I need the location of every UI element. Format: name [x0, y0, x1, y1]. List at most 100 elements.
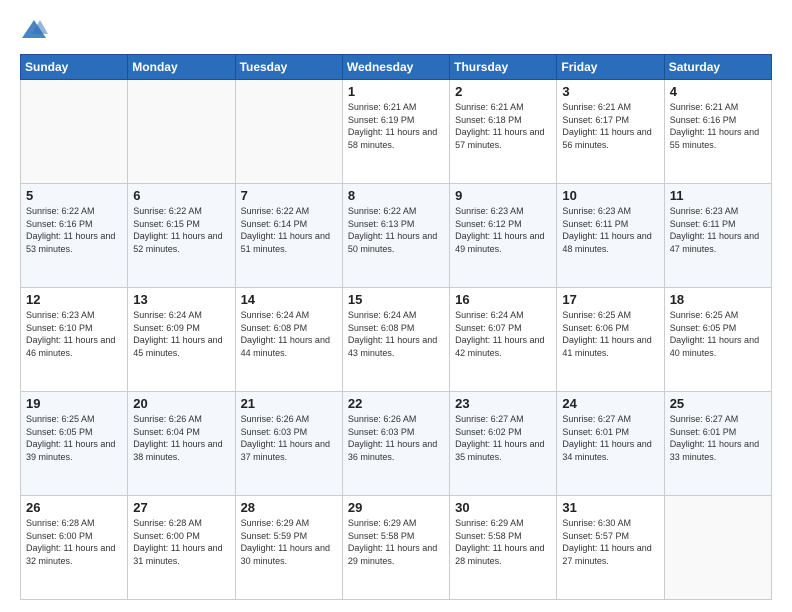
- week-row-1: 1Sunrise: 6:21 AM Sunset: 6:19 PM Daylig…: [21, 80, 772, 184]
- day-number: 26: [26, 500, 122, 515]
- day-number: 29: [348, 500, 444, 515]
- day-cell: 10 Sunrise: 6:23 AM Sunset: 6:11 PM Dayli…: [557, 184, 664, 288]
- weekday-header-friday: Friday: [557, 55, 664, 80]
- day-number: 21: [241, 396, 337, 411]
- week-row-5: 26 Sunrise: 6:28 AM Sunset: 6:00 PM Dayli…: [21, 496, 772, 600]
- week-row-3: 12 Sunrise: 6:23 AM Sunset: 6:10 PM Dayli…: [21, 288, 772, 392]
- day-info: Sunrise: 6:28 AM Sunset: 6:00 PM Dayligh…: [133, 517, 229, 567]
- header: [20, 16, 772, 44]
- day-number: 28: [241, 500, 337, 515]
- day-cell: 7 Sunrise: 6:22 AM Sunset: 6:14 PM Daylig…: [235, 184, 342, 288]
- day-cell: [235, 80, 342, 184]
- weekday-header-wednesday: Wednesday: [342, 55, 449, 80]
- day-cell: 22Sunrise: 6:26 AM Sunset: 6:03 PM Dayli…: [342, 392, 449, 496]
- day-info: Sunrise: 6:24 AM Sunset: 6:07 PM Dayligh…: [455, 309, 551, 359]
- day-info: Sunrise: 6:23 AM Sunset: 6:11 PM Dayligh…: [670, 205, 766, 255]
- logo-icon: [20, 16, 48, 44]
- day-number: 19: [26, 396, 122, 411]
- calendar: SundayMondayTuesdayWednesdayThursdayFrid…: [20, 54, 772, 600]
- day-cell: 2 Sunrise: 6:21 AM Sunset: 6:18 PM Daylig…: [450, 80, 557, 184]
- day-info: Sunrise: 6:27 AM Sunset: 6:01 PM Dayligh…: [562, 413, 658, 463]
- day-info: Sunrise: 6:25 AM Sunset: 6:06 PM Dayligh…: [562, 309, 658, 359]
- day-number: 10: [562, 188, 658, 203]
- day-number: 8: [348, 188, 444, 203]
- day-cell: 16 Sunrise: 6:24 AM Sunset: 6:07 PM Dayli…: [450, 288, 557, 392]
- week-row-4: 19 Sunrise: 6:25 AM Sunset: 6:05 PM Dayli…: [21, 392, 772, 496]
- day-cell: 25Sunrise: 6:27 AM Sunset: 6:01 PM Dayli…: [664, 392, 771, 496]
- day-number: 2: [455, 84, 551, 99]
- day-cell: 15 Sunrise: 6:24 AM Sunset: 6:08 PM Dayli…: [342, 288, 449, 392]
- weekday-header-thursday: Thursday: [450, 55, 557, 80]
- day-number: 3: [562, 84, 658, 99]
- day-cell: [128, 80, 235, 184]
- day-cell: 27 Sunrise: 6:28 AM Sunset: 6:00 PM Dayli…: [128, 496, 235, 600]
- day-number: 5: [26, 188, 122, 203]
- day-cell: 14 Sunrise: 6:24 AM Sunset: 6:08 PM Dayli…: [235, 288, 342, 392]
- day-cell: 12 Sunrise: 6:23 AM Sunset: 6:10 PM Dayli…: [21, 288, 128, 392]
- day-info: Sunrise: 6:25 AM Sunset: 6:05 PM Dayligh…: [670, 309, 766, 359]
- day-number: 22: [348, 396, 444, 411]
- day-cell: [21, 80, 128, 184]
- day-info: Sunrise: 6:21 AM Sunset: 6:17 PM Dayligh…: [562, 101, 658, 151]
- day-number: 15: [348, 292, 444, 307]
- weekday-header-row: SundayMondayTuesdayWednesdayThursdayFrid…: [21, 55, 772, 80]
- day-cell: 29Sunrise: 6:29 AM Sunset: 5:58 PM Dayli…: [342, 496, 449, 600]
- day-cell: 5 Sunrise: 6:22 AM Sunset: 6:16 PM Daylig…: [21, 184, 128, 288]
- day-cell: 19 Sunrise: 6:25 AM Sunset: 6:05 PM Dayli…: [21, 392, 128, 496]
- day-cell: 23Sunrise: 6:27 AM Sunset: 6:02 PM Dayli…: [450, 392, 557, 496]
- day-cell: 6 Sunrise: 6:22 AM Sunset: 6:15 PM Daylig…: [128, 184, 235, 288]
- day-number: 7: [241, 188, 337, 203]
- day-info: Sunrise: 6:26 AM Sunset: 6:04 PM Dayligh…: [133, 413, 229, 463]
- day-info: Sunrise: 6:24 AM Sunset: 6:08 PM Dayligh…: [348, 309, 444, 359]
- day-info: Sunrise: 6:24 AM Sunset: 6:08 PM Dayligh…: [241, 309, 337, 359]
- day-number: 9: [455, 188, 551, 203]
- day-cell: 31 Sunrise: 6:30 AM Sunset: 5:57 PM Dayli…: [557, 496, 664, 600]
- day-cell: 24Sunrise: 6:27 AM Sunset: 6:01 PM Dayli…: [557, 392, 664, 496]
- day-cell: 30 Sunrise: 6:29 AM Sunset: 5:58 PM Dayli…: [450, 496, 557, 600]
- day-info: Sunrise: 6:23 AM Sunset: 6:11 PM Dayligh…: [562, 205, 658, 255]
- weekday-header-tuesday: Tuesday: [235, 55, 342, 80]
- weekday-header-sunday: Sunday: [21, 55, 128, 80]
- day-info: Sunrise: 6:21 AM Sunset: 6:18 PM Dayligh…: [455, 101, 551, 151]
- day-number: 16: [455, 292, 551, 307]
- day-info: Sunrise: 6:22 AM Sunset: 6:14 PM Dayligh…: [241, 205, 337, 255]
- day-info: Sunrise: 6:23 AM Sunset: 6:12 PM Dayligh…: [455, 205, 551, 255]
- day-cell: 8 Sunrise: 6:22 AM Sunset: 6:13 PM Daylig…: [342, 184, 449, 288]
- day-number: 31: [562, 500, 658, 515]
- day-number: 23: [455, 396, 551, 411]
- day-info: Sunrise: 6:22 AM Sunset: 6:16 PM Dayligh…: [26, 205, 122, 255]
- day-cell: 3 Sunrise: 6:21 AM Sunset: 6:17 PM Daylig…: [557, 80, 664, 184]
- day-number: 13: [133, 292, 229, 307]
- day-cell: 21 Sunrise: 6:26 AM Sunset: 6:03 PM Dayli…: [235, 392, 342, 496]
- weekday-header-saturday: Saturday: [664, 55, 771, 80]
- day-info: Sunrise: 6:28 AM Sunset: 6:00 PM Dayligh…: [26, 517, 122, 567]
- day-cell: 11 Sunrise: 6:23 AM Sunset: 6:11 PM Dayli…: [664, 184, 771, 288]
- day-number: 6: [133, 188, 229, 203]
- day-number: 25: [670, 396, 766, 411]
- day-number: 27: [133, 500, 229, 515]
- page: SundayMondayTuesdayWednesdayThursdayFrid…: [0, 0, 792, 612]
- weekday-header-monday: Monday: [128, 55, 235, 80]
- day-cell: 17Sunrise: 6:25 AM Sunset: 6:06 PM Dayli…: [557, 288, 664, 392]
- day-info: Sunrise: 6:25 AM Sunset: 6:05 PM Dayligh…: [26, 413, 122, 463]
- day-info: Sunrise: 6:22 AM Sunset: 6:13 PM Dayligh…: [348, 205, 444, 255]
- week-row-2: 5 Sunrise: 6:22 AM Sunset: 6:16 PM Daylig…: [21, 184, 772, 288]
- day-info: Sunrise: 6:21 AM Sunset: 6:16 PM Dayligh…: [670, 101, 766, 151]
- day-cell: 26 Sunrise: 6:28 AM Sunset: 6:00 PM Dayli…: [21, 496, 128, 600]
- day-cell: [664, 496, 771, 600]
- logo: [20, 16, 52, 44]
- day-number: 14: [241, 292, 337, 307]
- day-number: 12: [26, 292, 122, 307]
- day-info: Sunrise: 6:29 AM Sunset: 5:58 PM Dayligh…: [455, 517, 551, 567]
- day-cell: 18Sunrise: 6:25 AM Sunset: 6:05 PM Dayli…: [664, 288, 771, 392]
- day-info: Sunrise: 6:23 AM Sunset: 6:10 PM Dayligh…: [26, 309, 122, 359]
- day-info: Sunrise: 6:22 AM Sunset: 6:15 PM Dayligh…: [133, 205, 229, 255]
- day-cell: 28Sunrise: 6:29 AM Sunset: 5:59 PM Dayli…: [235, 496, 342, 600]
- day-number: 4: [670, 84, 766, 99]
- day-info: Sunrise: 6:30 AM Sunset: 5:57 PM Dayligh…: [562, 517, 658, 567]
- day-info: Sunrise: 6:26 AM Sunset: 6:03 PM Dayligh…: [241, 413, 337, 463]
- day-cell: 9 Sunrise: 6:23 AM Sunset: 6:12 PM Daylig…: [450, 184, 557, 288]
- day-number: 30: [455, 500, 551, 515]
- day-number: 11: [670, 188, 766, 203]
- day-info: Sunrise: 6:24 AM Sunset: 6:09 PM Dayligh…: [133, 309, 229, 359]
